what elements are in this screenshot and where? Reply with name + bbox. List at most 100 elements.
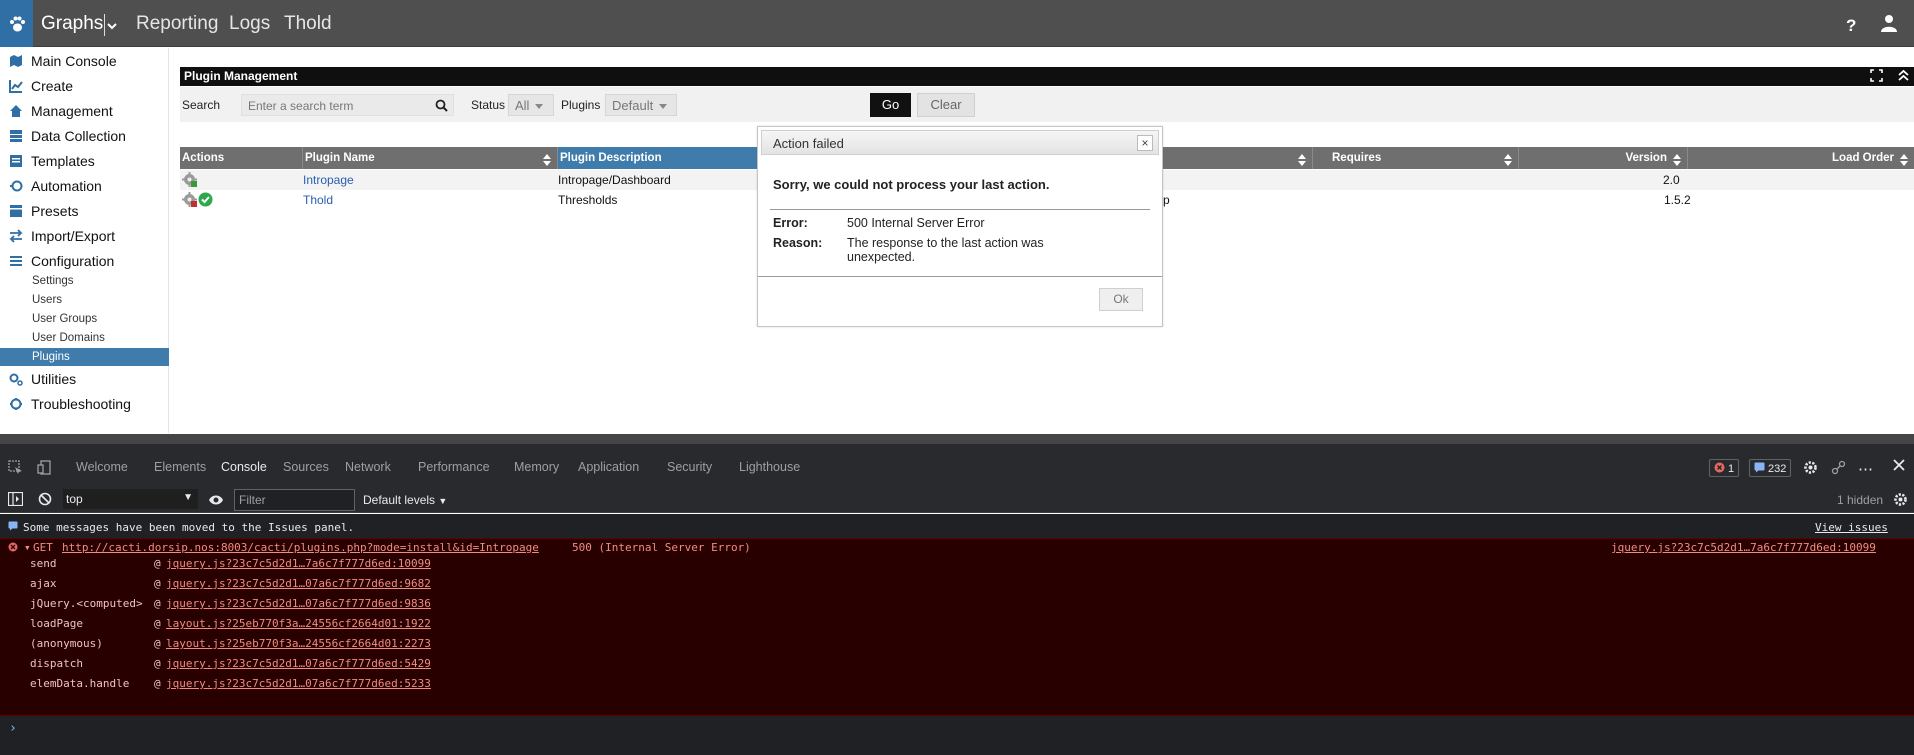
sidebar-subitem-settings[interactable]: Settings — [0, 272, 169, 290]
column-label: Load Order — [1832, 152, 1894, 164]
issues-count-badge[interactable]: 232 — [1749, 459, 1792, 477]
stack-source-link[interactable]: layout.js?25eb770f3a…24556cf2664d01:2273 — [166, 637, 431, 650]
view-issues-link[interactable]: View issues — [1815, 521, 1888, 534]
devtools-tab-performance[interactable]: Performance — [418, 460, 490, 474]
devtools-tab-network[interactable]: Network — [345, 460, 391, 474]
live-expression-eye-icon[interactable] — [208, 493, 224, 511]
sidebar-item-create[interactable]: Create — [0, 75, 169, 97]
sidebar-item-presets[interactable]: Presets — [0, 200, 169, 222]
action-failed-dialog: Action failed × Sorry, we could not proc… — [757, 126, 1163, 327]
clear-button[interactable]: Clear — [917, 93, 975, 117]
collapse-icon[interactable] — [1897, 69, 1910, 88]
stack-source-link[interactable]: layout.js?25eb770f3a…24556cf2664d01:1922 — [166, 617, 431, 630]
uninstall-plugin-icon[interactable] — [182, 192, 197, 210]
error-count: 1 — [1728, 462, 1735, 475]
close-icon[interactable]: × — [1137, 135, 1153, 151]
device-toolbar-icon[interactable] — [37, 460, 52, 480]
sidebar-item-templates[interactable]: Templates — [0, 150, 169, 172]
sidebar-item-management[interactable]: Management — [0, 100, 169, 122]
stack-source-link[interactable]: jquery.js?23c7c5d2d1…07a6c7f777d6ed:5429 — [166, 657, 431, 670]
user-icon[interactable] — [1881, 14, 1897, 37]
sidebar-item-label: Utilities — [31, 371, 77, 387]
help-icon[interactable]: ? — [1846, 16, 1856, 36]
column-sort-prev[interactable] — [1163, 147, 1313, 169]
devtools-tab-lighthouse[interactable]: Lighthouse — [739, 460, 800, 474]
sidebar-subitem-user-groups[interactable]: User Groups — [0, 310, 169, 328]
presets-icon — [0, 204, 31, 218]
settings-gear-icon[interactable] — [1803, 460, 1818, 480]
devtools-tab-memory[interactable]: Memory — [514, 460, 559, 474]
sidebar-item-import-export[interactable]: Import/Export — [0, 225, 169, 247]
fullscreen-icon[interactable] — [1870, 69, 1883, 88]
devtools-tab-sources[interactable]: Sources — [283, 460, 329, 474]
devtools-tabbar: Welcome Elements Console Sources Network… — [0, 444, 1914, 491]
column-plugin-name[interactable]: Plugin Name — [303, 147, 558, 169]
plugin-name-link[interactable]: Intropage — [303, 173, 354, 187]
plugins-select[interactable]: Default — [605, 94, 677, 116]
plugins-filter-label: Plugins — [561, 98, 601, 112]
search-input[interactable]: Enter a search term — [241, 94, 454, 116]
devtools-tab-console[interactable]: Console — [221, 460, 267, 474]
graphs-dropdown-icon[interactable] — [104, 14, 122, 36]
stack-frame: elemData.handle @ jquery.js?23c7c5d2d1…0… — [0, 677, 700, 691]
sidebar-subitem-user-domains[interactable]: User Domains — [0, 329, 169, 347]
stack-function: elemData.handle — [30, 677, 130, 690]
stack-frame: dispatch @ jquery.js?23c7c5d2d1…07a6c7f7… — [0, 657, 700, 671]
expand-triangle-icon[interactable]: ▾ — [24, 541, 31, 554]
divider — [770, 209, 1150, 210]
more-options-icon[interactable]: ⋯ — [1858, 460, 1874, 478]
status-label: Status — [471, 98, 506, 112]
customize-icon[interactable] — [1831, 460, 1846, 480]
console-settings-icon[interactable] — [1893, 492, 1908, 512]
column-load-order[interactable]: Load Order — [1688, 147, 1914, 169]
install-plugin-icon[interactable] — [182, 172, 197, 190]
console-prompt[interactable]: › — [9, 721, 17, 736]
dialog-title-bar[interactable]: Action failed × — [761, 130, 1159, 155]
nav-tab-logs[interactable]: Logs — [229, 13, 270, 35]
sidebar-item-troubleshooting[interactable]: Troubleshooting — [0, 393, 169, 415]
stack-source-link[interactable]: jquery.js?23c7c5d2d1…07a6c7f777d6ed:9836 — [166, 597, 431, 610]
sidebar-item-main-console[interactable]: Main Console — [0, 50, 169, 72]
nav-tab-reporting[interactable]: Reporting — [136, 13, 218, 35]
hidden-messages-count: 1 hidden — [1837, 493, 1884, 507]
error-url-link[interactable]: http://cacti.dorsip.nos:8003/cacti/plugi… — [62, 541, 539, 554]
devtools-tab-security[interactable]: Security — [667, 460, 712, 474]
inspect-element-icon[interactable] — [8, 460, 23, 480]
error-label: Error: — [773, 216, 808, 230]
cacti-logo-icon[interactable] — [0, 0, 33, 47]
nav-tab-thold[interactable]: Thold — [284, 13, 332, 35]
clear-console-icon[interactable] — [38, 492, 52, 511]
stack-function: ajax — [30, 577, 57, 590]
sidebar-subitem-plugins[interactable]: Plugins — [0, 348, 169, 366]
nav-tab-graphs[interactable]: Graphs — [41, 13, 103, 35]
sidebar-subitem-users[interactable]: Users — [0, 291, 169, 309]
context-selector[interactable]: top ▼ — [63, 489, 198, 509]
error-count-badge[interactable]: 1 — [1709, 459, 1740, 477]
devtools-tab-application[interactable]: Application — [578, 460, 639, 474]
log-levels-dropdown[interactable]: Default levels ▼ — [363, 493, 447, 507]
console-filter-input[interactable]: Filter — [234, 489, 355, 511]
error-source-link[interactable]: jquery.js?23c7c5d2d1…7a6c7f777d6ed:10099 — [1611, 541, 1876, 554]
column-plugin-description[interactable]: Plugin Description — [558, 147, 758, 169]
devtools-tab-welcome[interactable]: Welcome — [76, 460, 128, 474]
enabled-check-icon[interactable] — [198, 192, 213, 210]
sidebar-toggle-icon[interactable] — [7, 491, 24, 511]
go-button[interactable]: Go — [870, 93, 911, 117]
sidebar-item-data-collection[interactable]: Data Collection — [0, 125, 169, 147]
devtools-resize-handle[interactable] — [0, 434, 1914, 444]
status-select[interactable]: All — [508, 94, 554, 116]
stack-source-link[interactable]: jquery.js?23c7c5d2d1…7a6c7f777d6ed:10099 — [166, 557, 431, 570]
stack-source-link[interactable]: jquery.js?23c7c5d2d1…07a6c7f777d6ed:9682 — [166, 577, 431, 590]
plugin-name-link[interactable]: Thold — [303, 193, 333, 207]
sidebar-item-configuration[interactable]: Configuration — [0, 250, 169, 272]
error-header-row[interactable]: ▾ GET http://cacti.dorsip.nos:8003/cacti… — [0, 541, 1914, 555]
stack-source-link[interactable]: jquery.js?23c7c5d2d1…07a6c7f777d6ed:5233 — [166, 677, 431, 690]
ok-button[interactable]: Ok — [1099, 288, 1143, 311]
column-version[interactable]: Version — [1519, 147, 1688, 169]
close-devtools-icon[interactable] — [1893, 458, 1905, 476]
sidebar-item-utilities[interactable]: Utilities — [0, 368, 169, 390]
sidebar-item-automation[interactable]: Automation — [0, 175, 169, 197]
devtools-tab-elements[interactable]: Elements — [154, 460, 206, 474]
column-requires[interactable]: Requires — [1330, 147, 1519, 169]
column-label: Plugin Name — [305, 152, 375, 164]
